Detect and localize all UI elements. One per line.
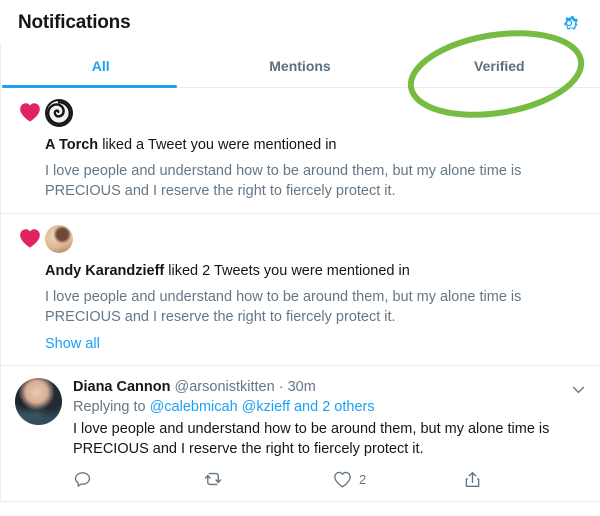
avatar[interactable] — [15, 378, 62, 425]
tab-all[interactable]: All — [1, 45, 200, 88]
heart-filled-icon — [20, 103, 40, 122]
tab-all-label: All — [91, 58, 110, 74]
tab-mentions-label: Mentions — [269, 58, 331, 74]
chevron-down-icon — [572, 386, 584, 393]
notification-content: Andy Karandzieff liked 2 Tweets you were… — [45, 225, 586, 353]
notification-quoted-text: I love people and understand how to be a… — [45, 163, 522, 199]
tweet-text: I love people and understand how to be a… — [73, 421, 550, 457]
spiral-avatar-icon — [45, 99, 73, 127]
tweet-content: Diana Cannon @arsonistkitten · 30m Reply… — [73, 377, 586, 495]
like-button[interactable]: 2 — [333, 469, 463, 489]
share-icon — [465, 471, 480, 487]
like-count: 2 — [359, 471, 367, 487]
notification-action: liked a Tweet you were mentioned in — [98, 137, 337, 153]
notification-item[interactable]: A Torch liked a Tweet you were mentioned… — [1, 88, 600, 214]
notification-content: A Torch liked a Tweet you were mentioned… — [45, 99, 586, 201]
tweet-separator: · — [278, 379, 284, 395]
avatar[interactable] — [45, 99, 73, 127]
retweet-button[interactable] — [203, 469, 333, 489]
tweet-avatar-column — [15, 377, 73, 495]
heart-filled-icon — [20, 229, 40, 248]
replying-to-label: Replying to — [73, 399, 150, 415]
notification-actor: A Torch — [45, 137, 99, 153]
tweet-action-bar: 2 — [73, 469, 519, 495]
header-bar: Notifications — [0, 0, 600, 45]
notification-action: liked 2 Tweets you were mentioned in — [164, 263, 410, 279]
notifications-screen: Notifications All Mentions Verified A To… — [0, 0, 600, 516]
like-icon — [334, 471, 351, 487]
notification-badge — [15, 225, 45, 353]
notification-headline: Andy Karandzieff liked 2 Tweets you were… — [45, 262, 586, 281]
tweet-more-button[interactable] — [568, 379, 588, 399]
notification-item[interactable]: Andy Karandzieff liked 2 Tweets you were… — [1, 214, 600, 366]
notifications-feed: A Torch liked a Tweet you were mentioned… — [0, 88, 600, 502]
retweet-icon — [204, 472, 222, 486]
notification-quoted-text: I love people and understand how to be a… — [45, 289, 522, 325]
tweet-item[interactable]: Diana Cannon @arsonistkitten · 30m Reply… — [1, 366, 600, 502]
notification-headline: A Torch liked a Tweet you were mentioned… — [45, 136, 586, 155]
actor-avatars — [45, 99, 586, 127]
reply-icon — [74, 471, 91, 487]
tab-mentions[interactable]: Mentions — [200, 45, 399, 87]
tweet-byline: Diana Cannon @arsonistkitten · 30m — [73, 377, 558, 397]
share-button[interactable] — [463, 469, 519, 489]
page-title: Notifications — [18, 11, 131, 33]
notification-badge — [15, 99, 45, 201]
notification-tabs: All Mentions Verified — [0, 45, 600, 88]
tweet-author[interactable]: Diana Cannon — [73, 379, 170, 395]
tweet-replying-to: Replying to @calebmicah @kzieff and 2 ot… — [73, 397, 558, 418]
actor-avatars — [45, 225, 586, 253]
tweet-handle[interactable]: @arsonistkitten — [175, 379, 275, 395]
tab-verified-label: Verified — [474, 58, 525, 74]
show-all-link[interactable]: Show all — [45, 336, 100, 352]
settings-gear-button[interactable] — [554, 8, 584, 38]
reply-button[interactable] — [73, 469, 203, 489]
tab-verified[interactable]: Verified — [400, 45, 599, 87]
tweet-timestamp[interactable]: 30m — [288, 379, 316, 395]
gear-icon — [564, 15, 579, 30]
notification-actor: Andy Karandzieff — [45, 263, 165, 279]
avatar[interactable] — [45, 225, 73, 253]
replying-to-mentions[interactable]: @calebmicah @kzieff and 2 others — [150, 399, 375, 415]
